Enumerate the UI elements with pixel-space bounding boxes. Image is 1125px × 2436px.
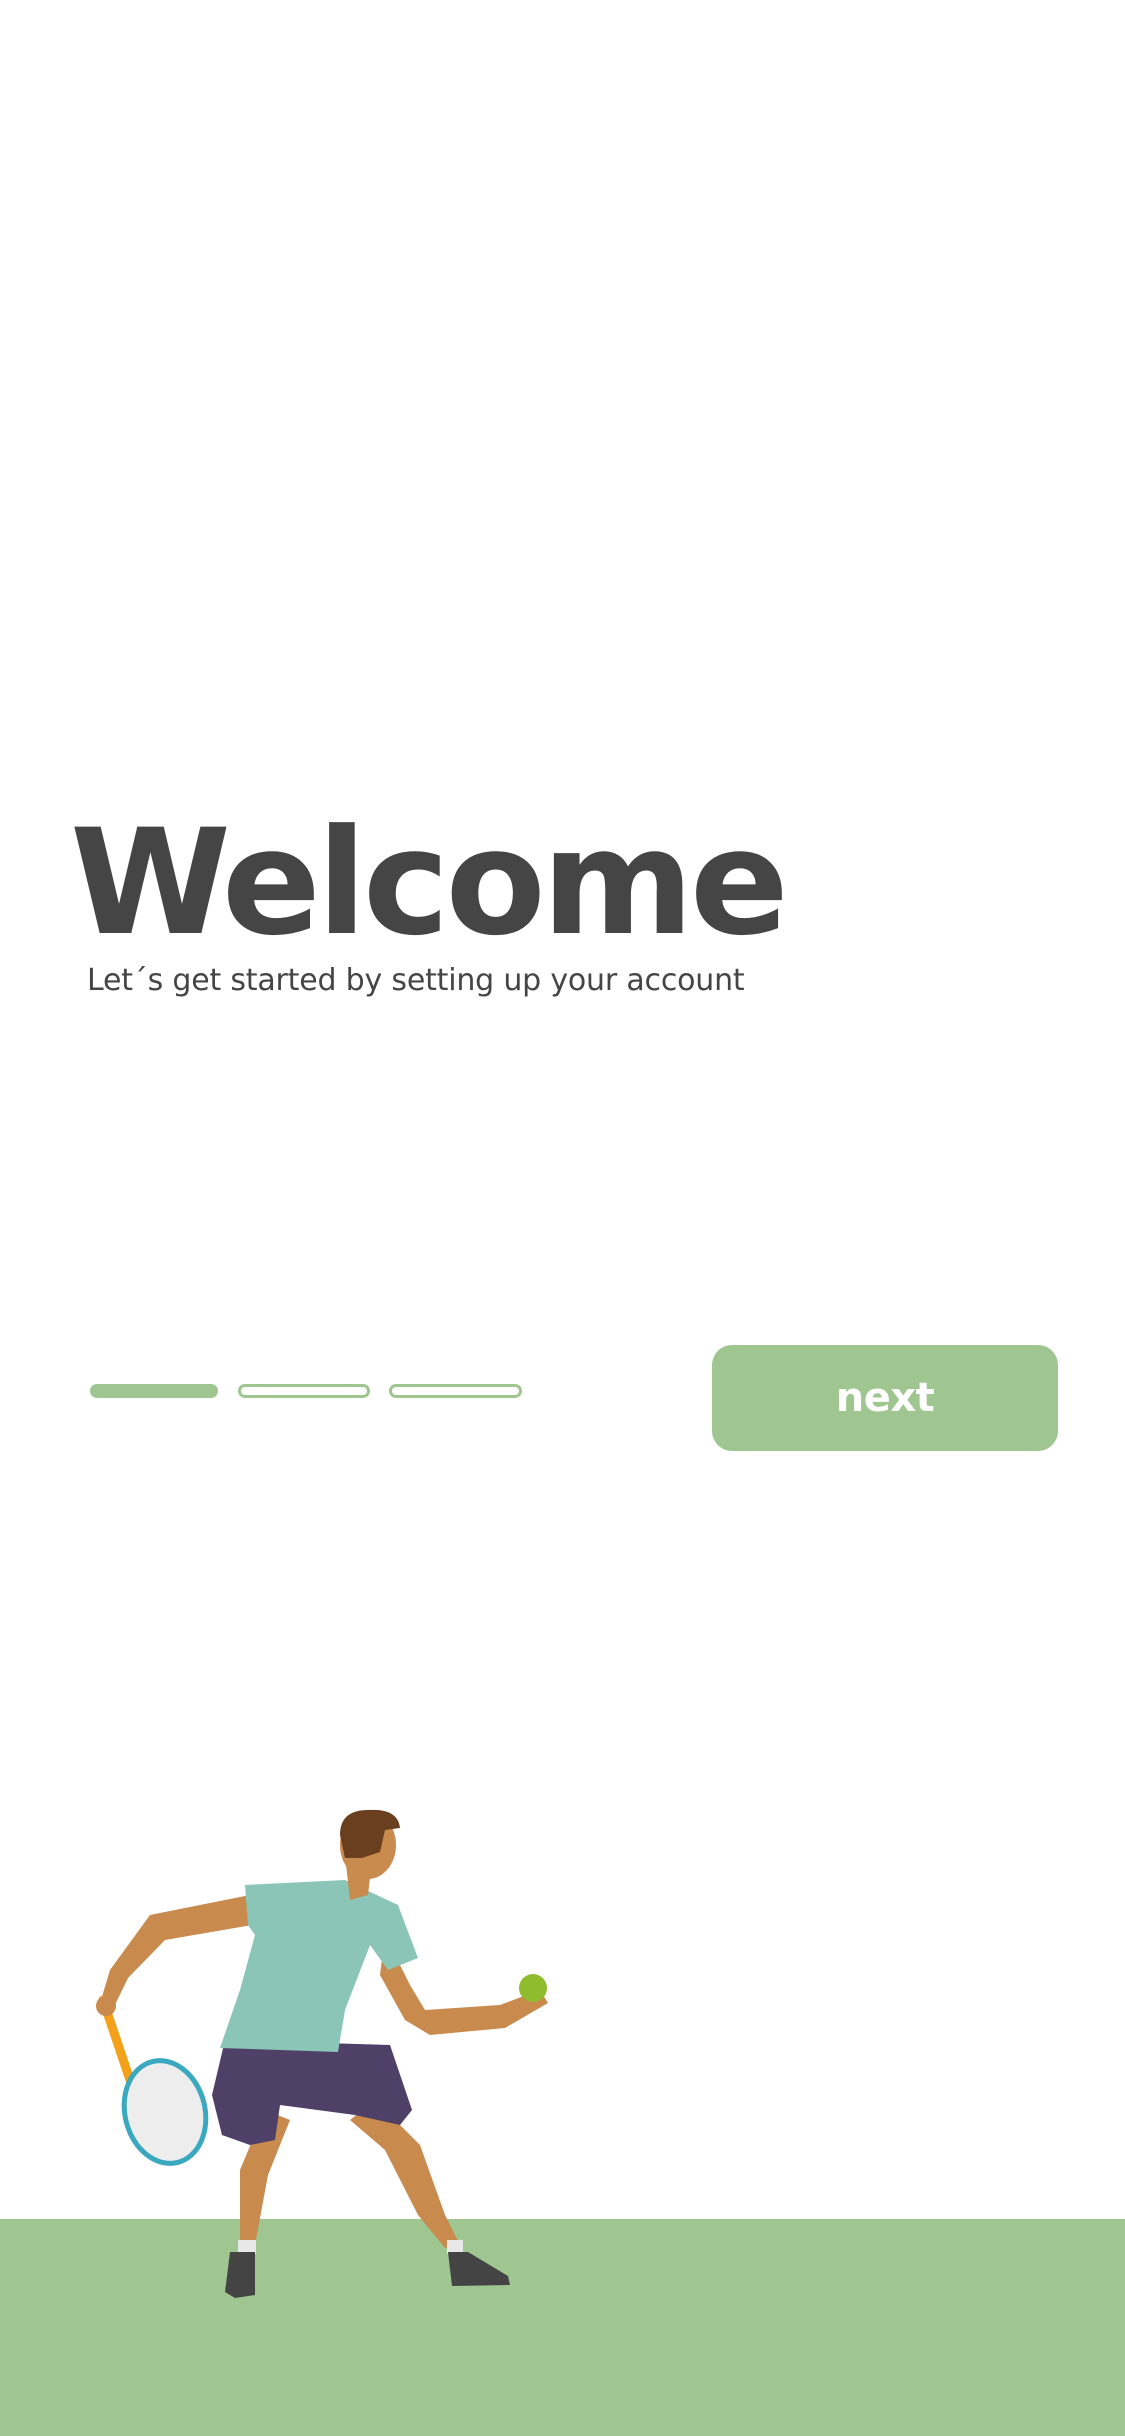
onboarding-page-indicator bbox=[88, 1380, 528, 1404]
player-shoe bbox=[448, 2252, 510, 2286]
page-indicator-step-2 bbox=[238, 1384, 370, 1398]
tennis-ball bbox=[519, 1974, 547, 2002]
player-shoe bbox=[225, 2252, 255, 2298]
player-hand bbox=[96, 1996, 116, 2016]
page-subtitle: Let´s get started by setting up your acc… bbox=[87, 963, 745, 998]
player-front-leg bbox=[350, 2100, 460, 2248]
page-title: Welcome bbox=[70, 798, 789, 968]
player-back-arm bbox=[98, 1895, 252, 2015]
player-shirt bbox=[220, 1880, 418, 2052]
player-sock bbox=[238, 2240, 256, 2254]
player-sock bbox=[447, 2240, 463, 2254]
tennis-player-illustration bbox=[96, 1809, 548, 2298]
page-indicator-step-3 bbox=[389, 1384, 522, 1398]
next-button[interactable]: next bbox=[712, 1345, 1058, 1451]
page-indicator-step-1-active bbox=[90, 1384, 218, 1398]
